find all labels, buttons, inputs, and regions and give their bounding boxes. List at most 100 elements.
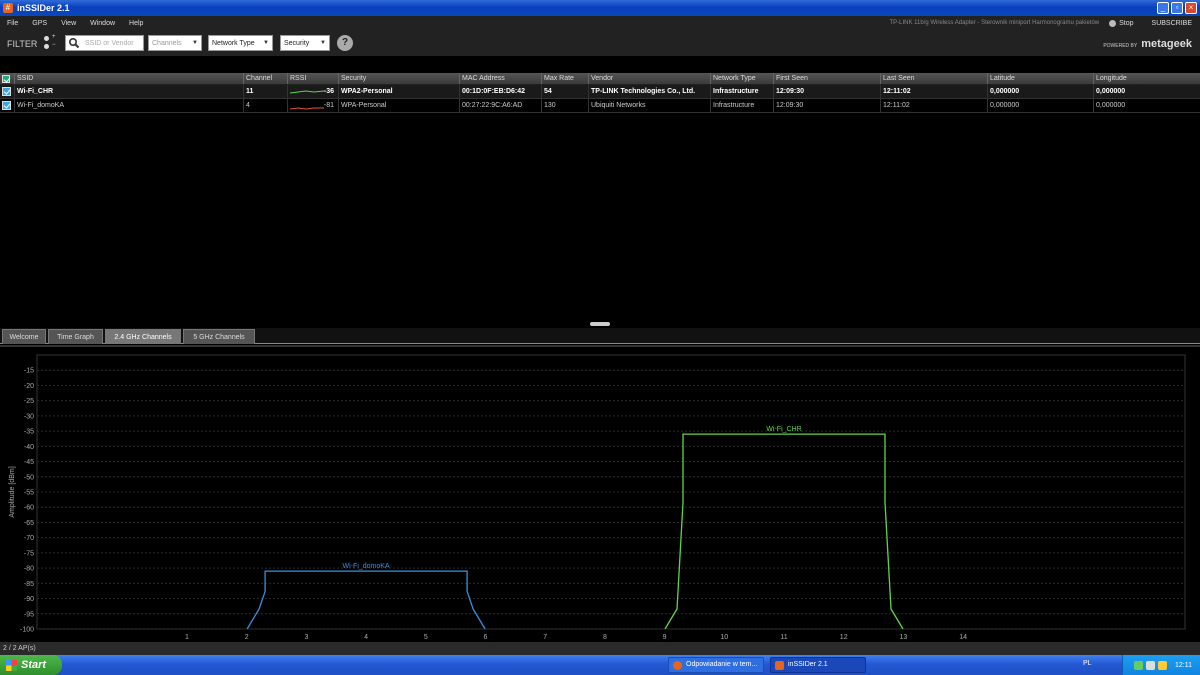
x-tick-label: 9	[663, 634, 667, 641]
stop-button[interactable]: Stop	[1109, 19, 1134, 27]
cell-security: WPA-Personal	[338, 99, 459, 112]
maximize-button[interactable]: ▫	[1171, 2, 1183, 14]
y-tick-label: -60	[24, 505, 34, 512]
col-mac[interactable]: MAC Address	[459, 73, 541, 84]
cell-rssi: -36	[287, 85, 338, 98]
chevron-down-icon: ▼	[320, 40, 326, 46]
channel-chart: -15 -20 -25 -30 -35 -40 -45 -50 -55 -60 -65 -70 -75 -…	[0, 345, 1200, 642]
col-network-type[interactable]: Network Type	[710, 73, 773, 84]
table-row[interactable]: Wi-Fi_CHR 11 -36 WPA2-Personal 00:1D:0F:…	[0, 85, 1200, 99]
col-longitude[interactable]: Longitude	[1093, 73, 1200, 84]
cell-mac: 00:1D:0F:EB:D6:42	[459, 85, 541, 98]
y-tick-label: -100	[20, 627, 34, 634]
help-icon[interactable]: ?	[337, 35, 353, 51]
channels-label: Channels	[152, 39, 182, 47]
cell-latitude: 0,000000	[987, 99, 1093, 112]
col-max-rate[interactable]: Max Rate	[541, 73, 588, 84]
col-security[interactable]: Security	[338, 73, 459, 84]
checkbox-icon	[2, 75, 10, 83]
tab-24ghz-channels[interactable]: 2.4 GHz Channels	[105, 329, 181, 344]
y-tick-label: -30	[24, 413, 34, 420]
x-tick-label: 3	[304, 634, 308, 641]
y-tick-label: -25	[24, 398, 34, 405]
col-latitude[interactable]: Latitude	[987, 73, 1093, 84]
subscribe-link[interactable]: SUBSCRIBE	[1152, 20, 1192, 27]
x-tick-label: 8	[603, 634, 607, 641]
cell-max-rate: 54	[541, 85, 588, 98]
col-channel[interactable]: Channel	[243, 73, 287, 84]
close-button[interactable]: ×	[1185, 2, 1197, 14]
x-tick-label: 12	[840, 634, 848, 641]
language-indicator[interactable]: PL	[1083, 660, 1092, 667]
channel-chart-svg: -15 -20 -25 -30 -35 -40 -45 -50 -55 -60 -65 -70 -75 -…	[9, 354, 1186, 641]
x-tick-label: 7	[543, 634, 547, 641]
col-last-seen[interactable]: Last Seen	[880, 73, 987, 84]
minimize-button[interactable]: _	[1157, 2, 1169, 14]
windows-logo-icon	[6, 659, 17, 671]
y-tick-label: -50	[24, 474, 34, 481]
x-tick-label: 10	[720, 634, 728, 641]
row-checkbox[interactable]	[0, 85, 14, 98]
volume-icon[interactable]	[1146, 660, 1155, 670]
cell-ssid: Wi-Fi_domoKA	[14, 99, 243, 112]
y-tick-label: -55	[24, 490, 34, 497]
window-title-bar[interactable]: # inSSIDer 2.1 _ ▫ ×	[0, 0, 1200, 16]
network-type-label: Network Type	[212, 39, 255, 47]
windows-taskbar: Start Odpowiadanie w tem... inSSIDer 2.1…	[0, 655, 1200, 675]
cell-mac: 00:27:22:9C:A6:AD	[459, 99, 541, 112]
remove-filter-icon[interactable]	[44, 44, 49, 49]
col-vendor[interactable]: Vendor	[588, 73, 710, 84]
y-tick-label: -45	[24, 459, 34, 466]
tab-5ghz-channels[interactable]: 5 GHz Channels	[183, 329, 255, 344]
stop-label: Stop	[1119, 19, 1134, 27]
y-tick-label: -15	[24, 368, 34, 375]
cell-rssi: -81	[287, 99, 338, 112]
checkbox-icon	[2, 101, 11, 110]
pane-splitter-handle[interactable]	[590, 322, 610, 326]
add-filter-icon[interactable]	[44, 36, 49, 41]
menu-window[interactable]: Window	[83, 20, 122, 27]
x-tick-label: 6	[484, 634, 488, 641]
cell-channel: 4	[243, 99, 287, 112]
menu-help[interactable]: Help	[122, 20, 150, 27]
col-first-seen[interactable]: First Seen	[773, 73, 880, 84]
cell-first-seen: 12:09:30	[773, 99, 880, 112]
cell-vendor: Ubiquiti Networks	[588, 99, 710, 112]
taskbar-item-browser[interactable]: Odpowiadanie w tem...	[668, 657, 764, 673]
col-ssid[interactable]: SSID	[14, 73, 243, 84]
x-tick-label: 5	[424, 634, 428, 641]
rssi-sparkline	[290, 107, 324, 110]
network-icon[interactable]	[1134, 660, 1143, 670]
menu-view[interactable]: View	[54, 20, 83, 27]
menu-gps[interactable]: GPS	[25, 20, 54, 27]
row-checkbox[interactable]	[0, 99, 14, 112]
filter-add-remove: + −	[44, 34, 60, 52]
table-row[interactable]: Wi-Fi_domoKA 4 -81 WPA-Personal 00:27:22…	[0, 99, 1200, 113]
plus-label: +	[52, 34, 56, 40]
wireless-signal-icon[interactable]	[1158, 660, 1167, 670]
y-tick-label: -65	[24, 520, 34, 527]
channels-dropdown[interactable]: Channels ▼	[148, 35, 202, 51]
ssid-search-input[interactable]: SSID or Vendor	[65, 35, 144, 51]
start-button[interactable]: Start	[0, 655, 62, 675]
x-tick-label: 14	[959, 634, 967, 641]
security-dropdown[interactable]: Security ▼	[280, 35, 330, 51]
network-type-dropdown[interactable]: Network Type ▼	[208, 35, 273, 51]
checkbox-icon	[2, 87, 11, 96]
table-header: SSID Channel RSSI Security MAC Address M…	[0, 73, 1200, 85]
menu-bar: File GPS View Window Help TP-LINK 11b/g …	[0, 16, 1200, 30]
adapter-selector[interactable]: TP-LINK 11b/g Wireless Adapter - Sterown…	[889, 20, 1099, 26]
select-all-checkbox[interactable]	[0, 73, 14, 84]
cell-last-seen: 12:11:02	[880, 85, 987, 98]
cell-last-seen: 12:11:02	[880, 99, 987, 112]
y-tick-label: -20	[24, 383, 34, 390]
y-tick-label: -85	[24, 581, 34, 588]
taskbar-item-inssider[interactable]: inSSIDer 2.1	[770, 657, 866, 673]
tab-time-graph[interactable]: Time Graph	[48, 329, 103, 344]
menu-file[interactable]: File	[0, 20, 25, 27]
tab-welcome[interactable]: Welcome	[2, 329, 46, 344]
cell-security: WPA2-Personal	[338, 85, 459, 98]
y-tick-label: -80	[24, 566, 34, 573]
search-placeholder: SSID or Vendor	[85, 39, 134, 47]
col-rssi[interactable]: RSSI	[287, 73, 338, 84]
